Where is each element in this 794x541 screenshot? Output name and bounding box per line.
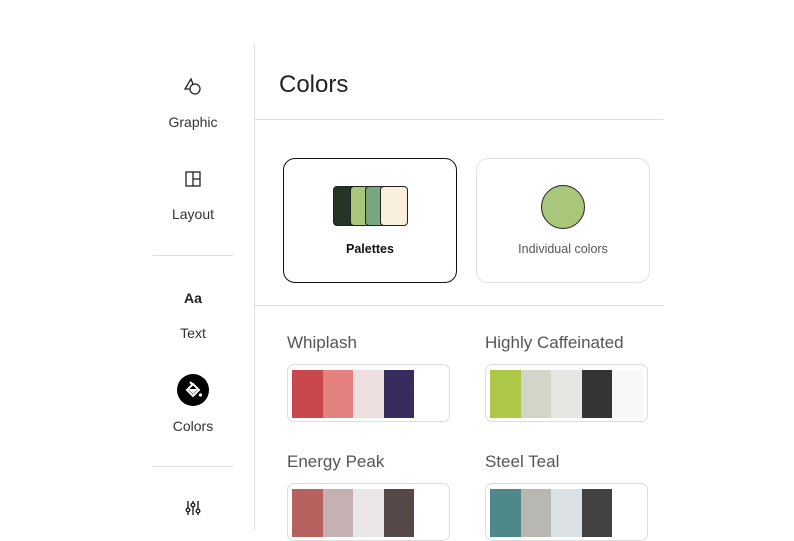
palette-swatches[interactable] <box>287 364 450 422</box>
sidebar-divider <box>153 255 233 256</box>
color-swatch <box>353 370 384 418</box>
text-icon: Aa <box>184 290 202 306</box>
palettes-mode-button[interactable]: Palettes <box>283 158 457 283</box>
sidebar-item-colors[interactable]: Colors <box>150 374 236 434</box>
palette-swatches[interactable] <box>485 483 648 541</box>
sidebar-item-layout[interactable]: Layout <box>150 168 236 222</box>
palette-name: Steel Teal <box>485 452 560 471</box>
colors-panel: Colors Palettes Individual colors Whipla… <box>255 44 663 541</box>
palette-swatches[interactable] <box>485 364 648 422</box>
color-swatch <box>414 370 445 418</box>
sidebar-divider <box>153 466 233 467</box>
palette-swatches[interactable] <box>287 483 450 541</box>
individual-colors-mode-button[interactable]: Individual colors <box>476 158 650 283</box>
palette-name: Highly Caffeinated <box>485 333 624 352</box>
color-swatch <box>322 370 354 418</box>
color-circle-icon <box>541 185 585 229</box>
color-swatch <box>612 370 643 418</box>
palettes-label: Palettes <box>346 242 394 256</box>
palette-icon-swatch <box>380 186 408 226</box>
sliders-icon <box>184 497 202 519</box>
sidebar-item-label: Layout <box>171 206 215 222</box>
palette-energy-peak[interactable]: Energy Peak <box>287 452 452 541</box>
palette-whiplash[interactable]: Whiplash <box>287 333 452 422</box>
sidebar-item-graphic[interactable]: Graphic <box>150 76 236 130</box>
color-swatch <box>581 370 613 418</box>
color-swatch <box>490 370 521 418</box>
modes-divider <box>255 305 663 306</box>
page-title: Colors <box>279 71 349 98</box>
color-swatch <box>292 370 323 418</box>
palette-steel-teal[interactable]: Steel Teal <box>485 452 650 541</box>
color-swatch <box>520 370 552 418</box>
sidebar-item-adjust[interactable] <box>150 497 236 519</box>
palette-stack-icon <box>333 186 409 228</box>
color-swatch <box>383 370 415 418</box>
sidebar: Graphic Layout Aa Text Colors <box>150 44 255 530</box>
shapes-icon <box>182 76 204 98</box>
palette-highly-caffeinated[interactable]: Highly Caffeinated <box>485 333 650 422</box>
paint-bucket-icon <box>177 374 209 406</box>
sidebar-item-label: Graphic <box>168 114 218 130</box>
title-divider <box>255 119 663 120</box>
sidebar-item-label: Text <box>180 325 206 341</box>
color-swatch <box>551 370 582 418</box>
sidebar-item-label: Colors <box>172 418 214 434</box>
layout-icon <box>184 168 202 190</box>
palette-name: Whiplash <box>287 333 357 352</box>
palette-name: Energy Peak <box>287 452 385 471</box>
individual-colors-label: Individual colors <box>518 242 608 256</box>
sidebar-item-text[interactable]: Aa Text <box>150 287 236 341</box>
